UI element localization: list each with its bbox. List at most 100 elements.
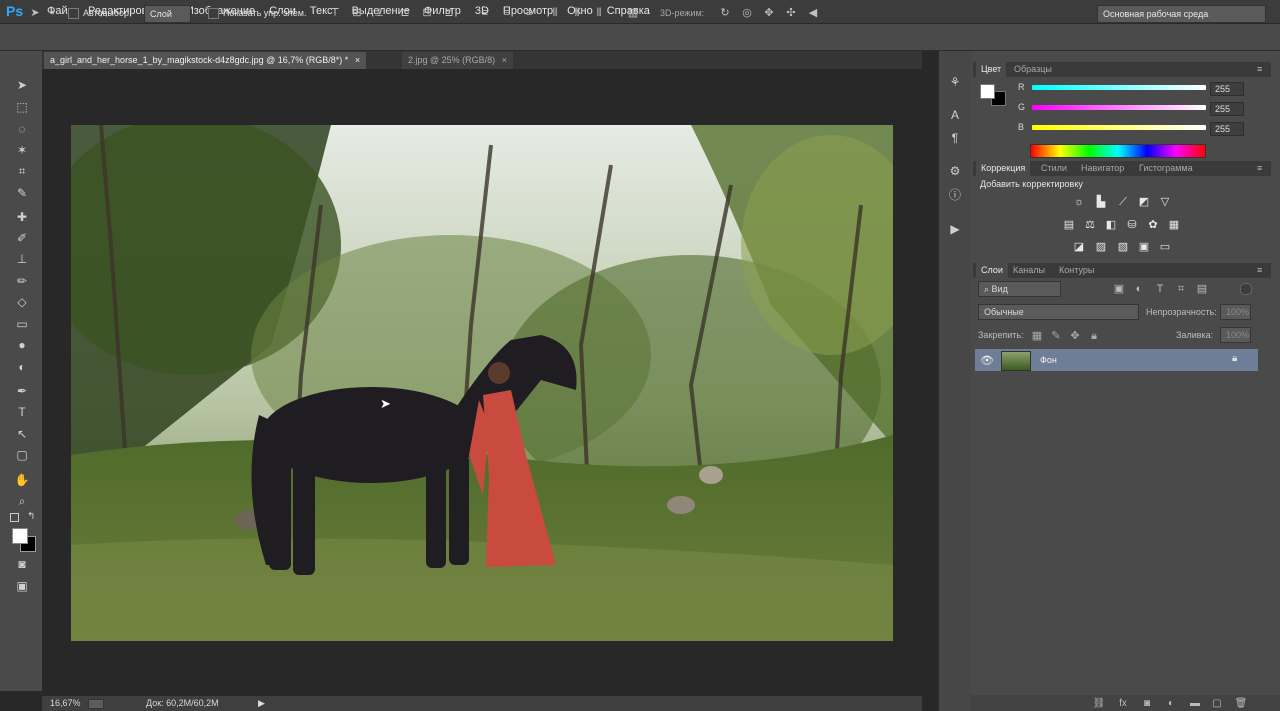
info-panel-icon[interactable]: ⓘ [946, 187, 964, 203]
type-tool-icon[interactable]: T [13, 404, 31, 420]
lock-all-icon[interactable]: 🔒︎ [1087, 329, 1101, 343]
zoom-level[interactable]: 16,67% [50, 697, 81, 710]
eraser-tool-icon[interactable]: ◇ [13, 294, 31, 310]
eyedropper-tool-icon[interactable]: ✎ [13, 185, 31, 201]
roll-3d-icon[interactable]: ◎ [740, 6, 754, 20]
layer-name[interactable]: Фон [1040, 355, 1057, 365]
rectangle-tool-icon[interactable]: ▢ [13, 447, 31, 463]
filter-shape-icon[interactable]: ⌗ [1174, 282, 1188, 296]
distribute-left-icon[interactable]: ⫴ [548, 6, 562, 20]
black-white-icon[interactable]: ◧ [1104, 218, 1118, 232]
invert-icon[interactable]: ◪ [1072, 240, 1086, 254]
lock-image-icon[interactable]: ✎ [1049, 329, 1063, 343]
autoselect-checkbox[interactable]: Автовыбор: [68, 5, 132, 21]
new-adjustment-layer-icon[interactable]: ◐ [1164, 697, 1178, 711]
pen-tool-icon[interactable]: ✒ [13, 383, 31, 399]
channel-r-slider[interactable] [1032, 85, 1206, 90]
panel-menu-icon[interactable]: ≡ [1257, 62, 1262, 77]
auto-align-icon[interactable]: ▥ [626, 6, 640, 20]
quick-mask-icon[interactable]: ◙ [13, 556, 31, 572]
filter-adjustment-icon[interactable]: ◐ [1132, 282, 1146, 296]
tab-document-1[interactable]: a_girl_and_her_horse_1_by_magikstock-d4z… [44, 52, 367, 69]
scale-3d-icon[interactable]: ◀ [806, 6, 820, 20]
color-lookup-icon[interactable]: ▦ [1167, 218, 1181, 232]
levels-icon[interactable]: ▙ [1094, 195, 1108, 209]
gradient-tool-icon[interactable]: ▭ [13, 316, 31, 332]
history-panel-icon[interactable]: ⚘ [946, 74, 964, 90]
lasso-tool-icon[interactable]: ◌ [13, 121, 31, 137]
channel-g-slider[interactable] [1032, 105, 1206, 110]
tab-paths[interactable]: Контуры [1054, 263, 1099, 278]
distribute-top-icon[interactable]: ≡ [478, 6, 492, 20]
align-top-icon[interactable]: ⊤ [328, 6, 342, 20]
brush-tool-icon[interactable]: ✐ [13, 230, 31, 246]
tab-histogram[interactable]: Гистограмма [1134, 161, 1198, 176]
filter-smart-object-icon[interactable]: ▤ [1195, 282, 1209, 296]
close-tab-icon[interactable]: × [355, 55, 360, 65]
healing-brush-tool-icon[interactable]: ✚ [13, 209, 31, 225]
distribute-bottom-icon[interactable]: ≡ [522, 6, 536, 20]
hue-saturation-icon[interactable]: ▤ [1062, 218, 1076, 232]
selective-color-icon[interactable]: ▣ [1137, 240, 1151, 254]
close-tab-icon[interactable]: × [502, 55, 507, 65]
distribute-center-icon[interactable]: ⫴ [570, 6, 584, 20]
move-tool-icon[interactable]: ➤ [13, 77, 31, 93]
workspace-dropdown[interactable]: Основная рабочая среда [1097, 5, 1266, 23]
slide-3d-icon[interactable]: ✣ [784, 6, 798, 20]
gradient-map-icon[interactable]: ▭ [1158, 240, 1172, 254]
align-right-icon[interactable]: ⊐ [442, 6, 456, 20]
curves-icon[interactable]: ⟋ [1116, 195, 1130, 209]
foreground-color-swatch[interactable] [12, 528, 28, 544]
paragraph-panel-icon[interactable]: ¶ [946, 130, 964, 146]
align-middle-icon[interactable]: ⊞ [350, 6, 364, 20]
distribute-middle-icon[interactable]: ≡ [500, 6, 514, 20]
channel-mixer-icon[interactable]: ✿ [1146, 218, 1160, 232]
history-brush-tool-icon[interactable]: ✏ [13, 273, 31, 289]
drag-3d-icon[interactable]: ✥ [762, 6, 776, 20]
filter-pixel-icon[interactable]: ▣ [1112, 282, 1126, 296]
filter-type-icon[interactable]: T [1153, 282, 1167, 296]
align-center-icon[interactable]: ⊟ [420, 6, 434, 20]
character-panel-icon[interactable]: A [946, 107, 964, 123]
tab-layers[interactable]: Слои [976, 263, 1008, 278]
lock-position-icon[interactable]: ✥ [1068, 329, 1082, 343]
document-image[interactable] [71, 125, 893, 641]
layer-filter-dropdown[interactable]: ⌕ Вид [978, 281, 1061, 297]
opacity-input[interactable]: 100% [1220, 304, 1251, 320]
actions-panel-icon[interactable]: ▶ [946, 221, 964, 237]
channel-b-value[interactable]: 255 [1210, 122, 1244, 136]
blend-mode-dropdown[interactable]: Обычные [978, 304, 1139, 320]
crop-tool-icon[interactable]: ⌗ [13, 163, 31, 179]
move-tool-icon[interactable]: ➤ [28, 6, 42, 20]
panel-menu-icon[interactable]: ≡ [1257, 161, 1262, 176]
magic-wand-tool-icon[interactable]: ✶ [13, 142, 31, 158]
panel-menu-icon[interactable]: ≡ [1257, 263, 1262, 278]
properties-panel-icon[interactable]: ⚙ [946, 163, 964, 179]
show-controls-checkbox[interactable]: Показать упр. элем. [208, 5, 306, 21]
status-menu-arrow-icon[interactable]: ▶ [258, 697, 265, 710]
tab-navigator[interactable]: Навигатор [1076, 161, 1129, 176]
tab-styles[interactable]: Стили [1036, 161, 1072, 176]
channel-r-value[interactable]: 255 [1210, 82, 1244, 96]
tab-color[interactable]: Цвет [976, 62, 1007, 77]
tab-adjustments[interactable]: Коррекция [976, 161, 1031, 176]
vibrance-icon[interactable]: ▽ [1158, 195, 1172, 209]
channel-g-value[interactable]: 255 [1210, 102, 1244, 116]
lock-transparent-icon[interactable]: ▦ [1030, 329, 1044, 343]
rotate-3d-icon[interactable]: ↻ [718, 6, 732, 20]
fill-input[interactable]: 100% [1220, 327, 1251, 343]
chevron-down-icon[interactable]: ▾ [46, 6, 60, 20]
new-layer-icon[interactable]: ▢ [1210, 697, 1224, 711]
clone-stamp-tool-icon[interactable]: ⊥ [13, 251, 31, 267]
tab-document-2[interactable]: 2.jpg @ 25% (RGB/8) × [402, 52, 513, 69]
brightness-contrast-icon[interactable]: ☼ [1072, 195, 1086, 209]
threshold-icon[interactable]: ▧ [1116, 240, 1130, 254]
distribute-right-icon[interactable]: ⫴ [592, 6, 606, 20]
new-group-icon[interactable]: ▬ [1188, 697, 1202, 711]
posterize-icon[interactable]: ▨ [1094, 240, 1108, 254]
add-mask-icon[interactable]: ◙ [1140, 697, 1154, 711]
zoom-nav-icon[interactable] [88, 699, 104, 709]
screen-mode-icon[interactable]: ▣ [13, 578, 31, 594]
color-balance-icon[interactable]: ⚖ [1083, 218, 1097, 232]
tab-swatches[interactable]: Образцы [1009, 62, 1057, 77]
